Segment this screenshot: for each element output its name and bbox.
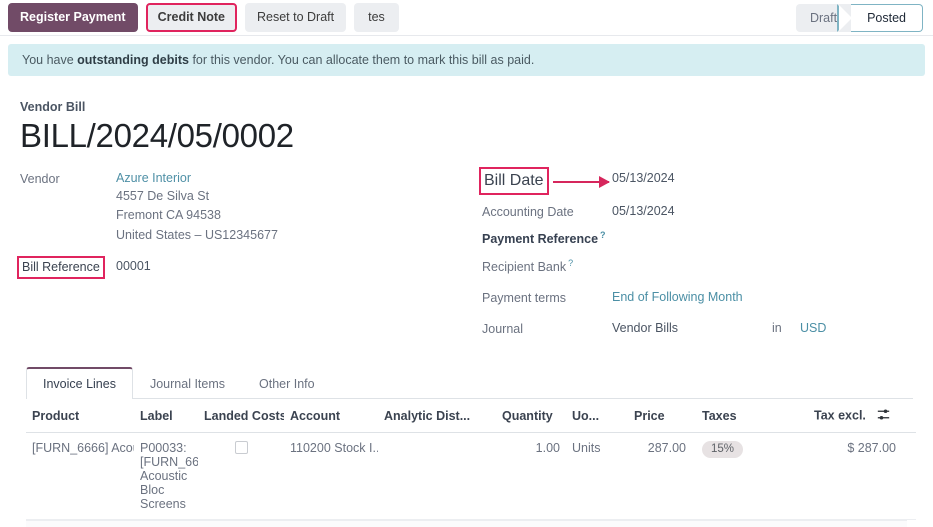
vendor-name-link[interactable]: Azure Interior <box>116 169 278 187</box>
alert-text-before: You have <box>22 53 77 67</box>
page-title: BILL/2024/05/0002 <box>20 118 913 155</box>
journal-label: Journal <box>482 319 612 338</box>
accounting-date-label: Accounting Date <box>482 202 612 221</box>
field-accounting-date: Accounting Date 05/13/2024 <box>482 202 913 221</box>
cell-quantity[interactable]: 1.00 <box>496 433 566 520</box>
table-row[interactable]: [FURN_6666] Acoustic Bloc Screens P00033… <box>26 433 916 520</box>
status-posted[interactable]: Posted <box>851 4 923 32</box>
field-recipient-bank: Recipient Bank? <box>482 256 913 276</box>
table-footer-spacer <box>26 520 907 527</box>
cell-account[interactable]: 110200 Stock I... <box>284 433 378 520</box>
form-column-left: Vendor Azure Interior 4557 De Silva St F… <box>20 169 482 345</box>
status-draft-label: Draft <box>810 11 837 25</box>
column-header-landed-costs[interactable]: Landed Costs <box>198 399 284 433</box>
vendor-value-group: Azure Interior 4557 De Silva St Fremont … <box>116 169 278 245</box>
column-header-product[interactable]: Product <box>26 399 134 433</box>
column-header-label[interactable]: Label <box>134 399 198 433</box>
alert-text-bold: outstanding debits <box>77 53 189 67</box>
bill-date-value[interactable]: 05/13/2024 <box>612 169 675 195</box>
reset-to-draft-button[interactable]: Reset to Draft <box>245 3 346 33</box>
bill-reference-value[interactable]: 00001 <box>116 257 151 279</box>
column-header-analytic-distribution[interactable]: Analytic Dist... <box>378 399 496 433</box>
column-header-price[interactable]: Price <box>628 399 692 433</box>
vendor-address-line-1: 4557 De Silva St <box>116 187 278 206</box>
bill-date-label: Bill Date <box>479 167 549 195</box>
record-sheet: Vendor Bill BILL/2024/05/0002 Vendor Azu… <box>6 88 927 527</box>
column-header-taxes[interactable]: Taxes <box>692 399 808 433</box>
form-column-right: Bill Date 05/13/2024 Accounting Date 05/… <box>482 169 913 345</box>
record-type-label: Vendor Bill <box>20 100 913 114</box>
tax-badge[interactable]: 15% <box>702 441 743 458</box>
register-payment-button[interactable]: Register Payment <box>8 3 138 33</box>
journal-in-label: in <box>772 319 800 338</box>
cell-price[interactable]: 287.00 <box>628 433 692 520</box>
cell-analytic-distribution[interactable] <box>378 433 496 520</box>
payment-reference-label-wrap: Payment Reference? <box>482 228 612 248</box>
invoice-lines-table: Product Label Landed Costs Account Analy… <box>26 399 916 520</box>
journal-value[interactable]: Vendor Bills <box>612 319 772 338</box>
recipient-bank-label-wrap: Recipient Bank? <box>482 256 612 276</box>
column-header-tax-excl: Tax excl. <box>808 399 916 433</box>
outstanding-debits-alert: You have outstanding debits for this ven… <box>8 44 925 76</box>
form-columns: Vendor Azure Interior 4557 De Silva St F… <box>20 169 913 345</box>
payment-terms-value[interactable]: End of Following Month <box>612 288 743 307</box>
table-header-row: Product Label Landed Costs Account Analy… <box>26 399 916 433</box>
column-header-tax-excl-label: Tax excl. <box>814 408 866 422</box>
help-icon-recipient-bank[interactable]: ? <box>568 258 573 268</box>
pointer-arrow-icon <box>553 181 609 183</box>
cell-uom[interactable]: Units <box>566 433 628 520</box>
column-header-uom[interactable]: Uo... <box>566 399 628 433</box>
invoice-lines-table-wrapper: Product Label Landed Costs Account Analy… <box>20 399 913 527</box>
cell-label[interactable]: P00033: [FURN_6666] Acoustic Bloc Screen… <box>134 433 198 520</box>
credit-note-button[interactable]: Credit Note <box>146 3 237 33</box>
help-icon-payment-reference[interactable]: ? <box>600 230 606 240</box>
landed-costs-checkbox[interactable] <box>235 441 248 454</box>
payment-terms-label: Payment terms <box>482 288 612 307</box>
cell-tax-excl: $ 287.00 <box>808 433 916 520</box>
cell-product[interactable]: [FURN_6666] Acoustic Bloc Screens <box>26 433 134 520</box>
column-header-account[interactable]: Account <box>284 399 378 433</box>
accounting-date-value[interactable]: 05/13/2024 <box>612 202 675 221</box>
field-payment-terms: Payment terms End of Following Month <box>482 288 913 307</box>
sliders-icon[interactable] <box>877 408 890 424</box>
cell-landed-costs <box>198 433 284 520</box>
tab-journal-items[interactable]: Journal Items <box>133 367 242 399</box>
alert-text-after: for this vendor. You can allocate them t… <box>189 53 534 67</box>
tab-other-info[interactable]: Other Info <box>242 367 332 399</box>
field-vendor: Vendor Azure Interior 4557 De Silva St F… <box>20 169 482 245</box>
vendor-address-line-2: Fremont CA 94538 <box>116 206 278 225</box>
column-header-quantity[interactable]: Quantity <box>496 399 566 433</box>
field-payment-reference: Payment Reference? <box>482 228 913 248</box>
status-posted-label: Posted <box>867 11 906 25</box>
currency-value[interactable]: USD <box>800 319 826 338</box>
field-journal: Journal Vendor Bills in USD <box>482 319 913 338</box>
bill-reference-label-wrap: Bill Reference <box>20 257 116 279</box>
notebook-tabs: Invoice Lines Journal Items Other Info <box>26 367 913 399</box>
bill-date-label-wrap: Bill Date <box>482 169 612 195</box>
bill-reference-label: Bill Reference <box>17 256 105 279</box>
field-bill-reference: Bill Reference 00001 <box>20 257 482 279</box>
recipient-bank-label: Recipient Bank <box>482 260 566 274</box>
control-panel: Register Payment Credit Note Reset to Dr… <box>0 0 933 36</box>
tes-button[interactable]: tes <box>354 3 399 33</box>
cell-taxes: 15% <box>692 433 808 520</box>
vendor-address-line-3: United States – US12345677 <box>116 226 278 245</box>
status-pipeline: Draft Posted <box>796 4 923 32</box>
vendor-label: Vendor <box>20 169 116 245</box>
tab-invoice-lines[interactable]: Invoice Lines <box>26 367 133 399</box>
field-bill-date: Bill Date 05/13/2024 <box>482 169 913 195</box>
payment-reference-label: Payment Reference <box>482 232 598 246</box>
